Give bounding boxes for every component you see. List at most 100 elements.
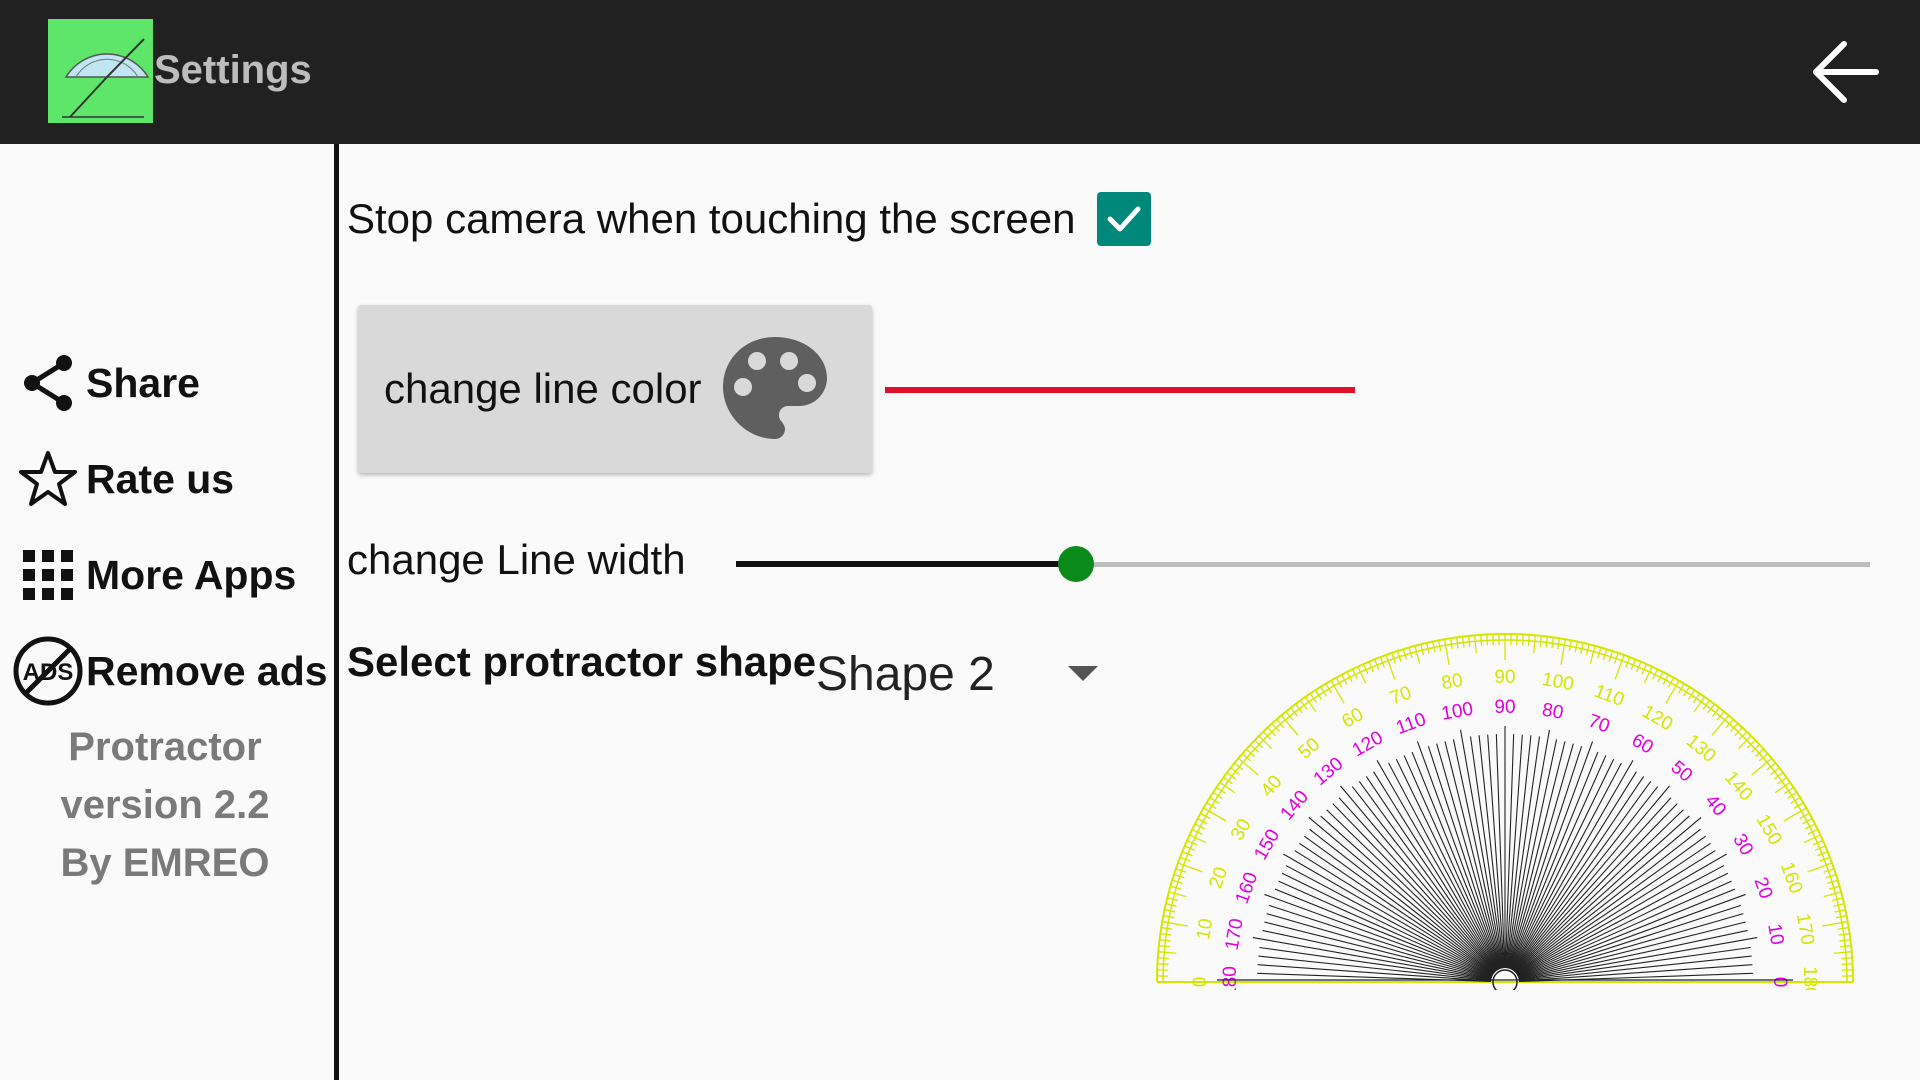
protractor-ray — [1510, 758, 1615, 970]
protractor-tick — [1467, 635, 1471, 647]
protractor-tick — [1455, 637, 1459, 649]
protractor-outer-degree-label: 150 — [1752, 811, 1786, 849]
protractor-ray — [1338, 797, 1497, 972]
protractor-inner-degree-label: 90 — [1494, 697, 1515, 718]
protractor-tick — [1838, 932, 1850, 936]
sidebar-divider — [334, 144, 339, 1080]
sidebar-item-label: More Apps — [86, 551, 297, 598]
protractor-outer-degree-label: 180 — [1799, 966, 1820, 990]
protractor-tick — [1821, 920, 1848, 927]
sidebar-item-label: Share — [86, 359, 200, 406]
no-ads-icon: ADS — [12, 636, 84, 706]
protractor-tick — [1539, 635, 1543, 647]
protractor-tick — [1643, 666, 1653, 684]
protractor-tick — [1751, 757, 1773, 776]
protractor-tick — [1784, 786, 1794, 795]
sidebar-item-remove-ads[interactable]: ADS Remove ads — [12, 636, 328, 706]
protractor-ray — [1513, 797, 1672, 972]
line-color-preview — [885, 387, 1355, 393]
arrow-back-icon — [1813, 41, 1879, 103]
protractor-inner-degree-label: 60 — [1628, 730, 1657, 759]
protractor-tick — [1309, 693, 1318, 703]
sidebar-item-rate-us[interactable]: Rate us — [12, 444, 234, 514]
protractor-ray — [1515, 815, 1690, 974]
sidebar-item-label: Rate us — [86, 455, 235, 502]
protractor-outer-degree-label: 170 — [1792, 912, 1818, 947]
protractor-outer-degree-label: 160 — [1776, 859, 1807, 896]
protractor-tick — [1533, 635, 1536, 654]
change-line-color-label: change line color — [384, 365, 702, 412]
protractor-tick — [1162, 920, 1189, 927]
palette-icon — [723, 337, 827, 439]
protractor-inner-degree-label: 140 — [1277, 787, 1313, 825]
protractor-tick — [1443, 639, 1450, 666]
sidebar-item-share[interactable]: Share — [12, 348, 200, 418]
protractor-inner-degree-label: 130 — [1310, 754, 1348, 790]
protractor-tick — [1527, 634, 1530, 646]
protractor-tick — [1803, 834, 1821, 844]
share-icon — [12, 348, 84, 418]
protractor-inner-degree-label: 100 — [1440, 699, 1475, 725]
protractor-tick — [1414, 645, 1421, 664]
protractor-shape-dropdown[interactable]: Shape 2 — [810, 638, 1110, 710]
protractor-ray — [1281, 872, 1493, 977]
apps-grid-icon — [12, 540, 84, 610]
protractor-tick — [1461, 636, 1465, 648]
version-text: version 2.2 — [60, 783, 270, 827]
protractor-outer-degree-label: 60 — [1338, 704, 1367, 733]
protractor-tick — [1692, 693, 1701, 703]
protractor-tick — [1589, 645, 1596, 664]
protractor-shape-label: Select protractor shape — [347, 638, 817, 685]
sidebar-item-more-apps[interactable]: More Apps — [12, 540, 296, 610]
protractor-outer-degree-label: 140 — [1720, 767, 1756, 805]
protractor-tick — [1486, 634, 1489, 646]
protractor-inner-degree-label: 110 — [1393, 709, 1429, 739]
protractor-inner-degree-label: 30 — [1728, 830, 1757, 859]
protractor-inner-degree-label: 0 — [1769, 977, 1790, 988]
protractor-inner-degree-label: 10 — [1763, 922, 1787, 946]
protractor-inner-degree-label: 150 — [1250, 826, 1284, 864]
protractor-tick — [1840, 944, 1852, 948]
protractor-tick — [1216, 786, 1226, 795]
checkmark-icon — [1107, 206, 1141, 232]
app-name-text: Protractor — [68, 725, 262, 769]
protractor-tick — [1159, 938, 1171, 942]
protractor-tick — [1474, 635, 1477, 654]
protractor-outer-degree-label: 70 — [1387, 682, 1414, 709]
protractor-tick — [1711, 714, 1730, 736]
page-title: Settings — [154, 48, 312, 92]
back-button[interactable] — [1808, 36, 1884, 108]
protractor-tick — [1357, 666, 1367, 684]
protractor-tick — [1551, 637, 1555, 649]
slider-thumb[interactable] — [1058, 546, 1095, 582]
protractor-ray — [1513, 786, 1659, 972]
protractor-inner-degree-label: 160 — [1232, 870, 1263, 907]
protractor-tick — [1560, 639, 1567, 666]
protractor-tick — [1823, 891, 1842, 898]
protractor-tick — [1157, 957, 1169, 960]
protractor-outer-degree-label: 10 — [1193, 917, 1217, 941]
protractor-inner-degree-label: 70 — [1585, 711, 1612, 738]
protractor-outer-degree-label: 80 — [1440, 670, 1464, 694]
author-text: By EMREO — [60, 841, 270, 885]
protractor-outer-degree-label: 90 — [1494, 667, 1515, 688]
change-line-color-button[interactable]: change line color — [358, 305, 872, 473]
protractor-ray — [1515, 828, 1701, 974]
protractor-ray — [1517, 872, 1729, 977]
line-width-label: change Line width — [347, 536, 686, 583]
protractor-tick — [1557, 638, 1561, 650]
protractor-ray — [1351, 786, 1497, 972]
protractor-tick — [1841, 957, 1853, 960]
star-icon — [12, 444, 84, 514]
protractor-tick — [1158, 951, 1177, 954]
protractor-ray — [1320, 815, 1495, 974]
sidebar-item-label: Remove ads — [86, 647, 328, 694]
protractor-tick — [1157, 963, 1169, 966]
stop-camera-checkbox[interactable] — [1097, 192, 1152, 246]
line-width-slider[interactable] — [736, 546, 1870, 584]
protractor-tick — [1839, 938, 1851, 942]
protractor-ray — [1309, 828, 1495, 974]
slider-fill — [736, 561, 1077, 567]
protractor-outer-degree-label: 130 — [1682, 731, 1720, 767]
protractor-inner-degree-label: 80 — [1540, 700, 1564, 724]
